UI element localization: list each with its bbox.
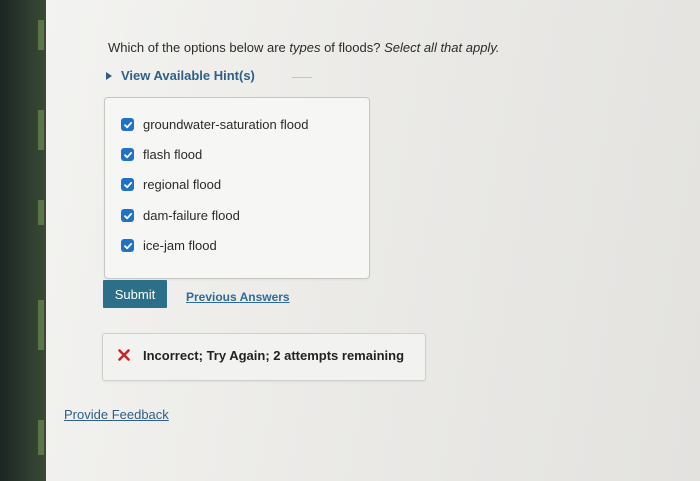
question-instruction: Select all that apply. — [384, 40, 500, 55]
option-ice-jam-flood[interactable]: ice-jam flood — [121, 238, 217, 253]
option-regional-flood[interactable]: regional flood — [121, 177, 221, 192]
left-dark-edge — [0, 0, 46, 481]
option-dam-failure-flood[interactable]: dam-failure flood — [121, 208, 240, 223]
edge-stripe — [38, 200, 44, 225]
option-label: groundwater-saturation flood — [143, 117, 309, 132]
edge-stripe — [38, 420, 44, 455]
checkbox-checked-icon[interactable] — [121, 209, 134, 222]
option-label: ice-jam flood — [143, 238, 217, 253]
submit-button[interactable]: Submit — [103, 280, 167, 308]
previous-answers-link[interactable]: Previous Answers — [186, 290, 290, 304]
view-hints-toggle[interactable]: View Available Hint(s) — [106, 68, 255, 83]
checkbox-checked-icon[interactable] — [121, 178, 134, 191]
result-feedback-box: Incorrect; Try Again; 2 attempts remaini… — [102, 333, 426, 381]
option-flash-flood[interactable]: flash flood — [121, 147, 202, 162]
checkbox-checked-icon[interactable] — [121, 148, 134, 161]
view-hints-label: View Available Hint(s) — [121, 68, 255, 83]
edge-stripe — [38, 20, 44, 50]
result-message: Incorrect; Try Again; 2 attempts remaini… — [143, 348, 405, 363]
question-text-part2: of floods? — [320, 40, 385, 55]
option-label: regional flood — [143, 177, 222, 192]
edge-stripe — [38, 300, 44, 350]
question-text: Which of the options below are types of … — [108, 40, 499, 55]
question-panel: Which of the options below are types of … — [46, 0, 700, 481]
question-text-part1: Which of the options below are — [108, 40, 290, 55]
incorrect-x-icon — [118, 349, 130, 361]
option-groundwater-saturation-flood[interactable]: groundwater-saturation flood — [121, 117, 309, 132]
provide-feedback-link[interactable]: Provide Feedback — [64, 407, 169, 422]
divider — [292, 77, 312, 78]
option-label: flash flood — [143, 147, 203, 162]
option-label: dam-failure flood — [143, 208, 240, 223]
options-list: groundwater-saturation flood flash flood… — [104, 97, 370, 279]
caret-right-icon — [106, 71, 112, 80]
question-text-emphasis: types — [289, 40, 321, 55]
edge-stripe — [38, 110, 44, 150]
checkbox-checked-icon[interactable] — [121, 118, 134, 131]
checkbox-checked-icon[interactable] — [121, 239, 134, 252]
